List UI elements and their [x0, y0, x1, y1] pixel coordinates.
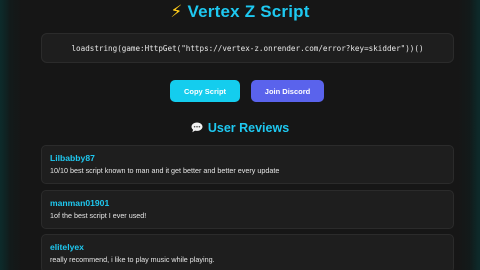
review-author: elitelyex: [50, 242, 84, 252]
speech-bubble-icon: [191, 122, 203, 133]
reviews-heading-text: User Reviews: [207, 121, 290, 135]
review-text: 10/10 best script known to man and it ge…: [50, 166, 280, 175]
review-author: Lilbabby87: [50, 153, 95, 163]
script-code-box[interactable]: loadstring(game:HttpGet("https://vertex-…: [41, 33, 454, 63]
review-text: 1of the best script I ever used!: [50, 211, 147, 220]
reviews-heading: User Reviews: [0, 121, 480, 135]
script-code[interactable]: loadstring(game:HttpGet("https://vertex-…: [71, 44, 423, 53]
page: ⚡ Vertex Z Script loadstring(game:HttpGet…: [0, 0, 480, 270]
review-text: really recommend, i like to play music w…: [50, 255, 215, 264]
review-card: manman01901 1of the best script I ever u…: [41, 190, 454, 229]
page-title-text: Vertex Z Script: [187, 2, 310, 21]
right-edge-glow: [470, 0, 480, 270]
review-card: elitelyex really recommend, i like to pl…: [41, 234, 454, 270]
copy-script-button[interactable]: Copy Script: [170, 80, 240, 102]
left-edge-glow: [0, 0, 10, 270]
lightning-bolt-icon: ⚡: [170, 2, 183, 21]
page-title: ⚡ Vertex Z Script: [0, 2, 480, 22]
review-card: Lilbabby87 10/10 best script known to ma…: [41, 145, 454, 184]
join-discord-button[interactable]: Join Discord: [251, 80, 324, 102]
review-author: manman01901: [50, 198, 110, 208]
